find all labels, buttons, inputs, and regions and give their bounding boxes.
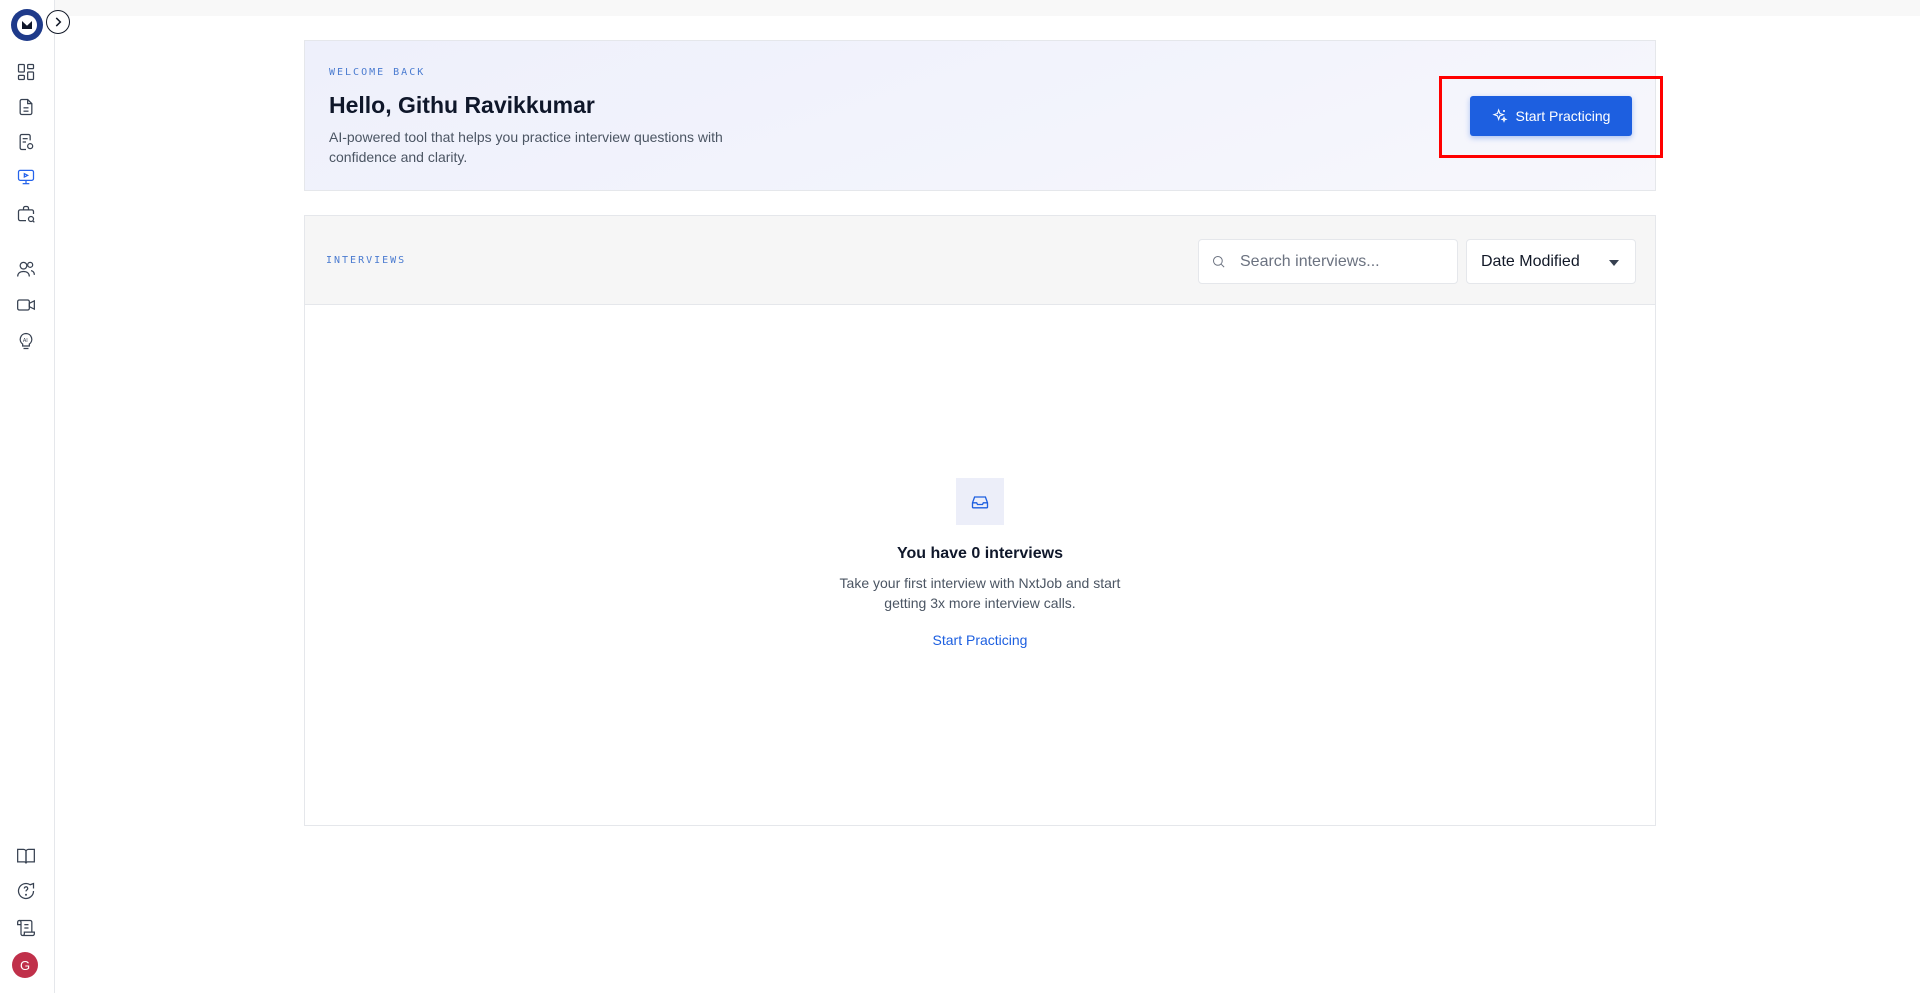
inbox-icon xyxy=(956,478,1004,525)
start-practicing-label: Start Practicing xyxy=(1515,108,1611,124)
search-input[interactable] xyxy=(1240,252,1430,271)
interviews-panel: INTERVIEWS Date Modified You have 0 inte… xyxy=(304,215,1656,826)
sort-value: Date Modified xyxy=(1481,252,1580,270)
dashboard-icon[interactable] xyxy=(15,61,37,83)
search-icon xyxy=(1213,256,1225,268)
help-icon[interactable] xyxy=(15,880,37,902)
sparkles-icon xyxy=(1491,108,1508,123)
book-icon[interactable] xyxy=(15,845,37,867)
app-logo[interactable] xyxy=(11,9,43,41)
sidebar: AI G xyxy=(0,0,55,993)
video-call-icon[interactable] xyxy=(15,294,37,316)
interviews-section-label: INTERVIEWS xyxy=(326,255,407,266)
sort-select[interactable]: Date Modified xyxy=(1466,239,1636,284)
job-search-icon[interactable] xyxy=(15,203,37,225)
welcome-subtitle: AI-powered tool that helps you practice … xyxy=(329,129,723,165)
avatar[interactable]: G xyxy=(12,952,38,978)
welcome-eyebrow: WELCOME BACK xyxy=(329,67,426,78)
start-practicing-button[interactable]: Start Practicing xyxy=(1470,96,1632,136)
chevron-down-icon xyxy=(1609,260,1619,266)
search-box[interactable] xyxy=(1198,239,1458,284)
interview-practice-icon[interactable] xyxy=(15,166,37,188)
scroll-icon[interactable] xyxy=(15,917,37,939)
resume-review-icon[interactable] xyxy=(15,131,37,153)
svg-text:AI: AI xyxy=(23,338,28,344)
empty-state-start-link-label[interactable]: Start Practicing xyxy=(933,632,1028,648)
expand-sidebar-button[interactable] xyxy=(46,10,70,34)
ai-bulb-icon[interactable]: AI xyxy=(15,330,37,352)
users-icon[interactable] xyxy=(15,258,37,280)
interviews-header: INTERVIEWS Date Modified xyxy=(305,216,1655,305)
empty-state-description: Take your first interview with NxtJob an… xyxy=(839,575,1121,611)
top-strip xyxy=(0,0,1920,16)
document-icon[interactable] xyxy=(15,96,37,118)
empty-state-start-link[interactable]: Start Practicing xyxy=(305,632,1655,648)
page-title: Hello, Githu Ravikkumar xyxy=(329,92,595,118)
empty-state-title: You have 0 interviews xyxy=(897,545,1063,562)
chevron-right-icon xyxy=(55,17,62,27)
